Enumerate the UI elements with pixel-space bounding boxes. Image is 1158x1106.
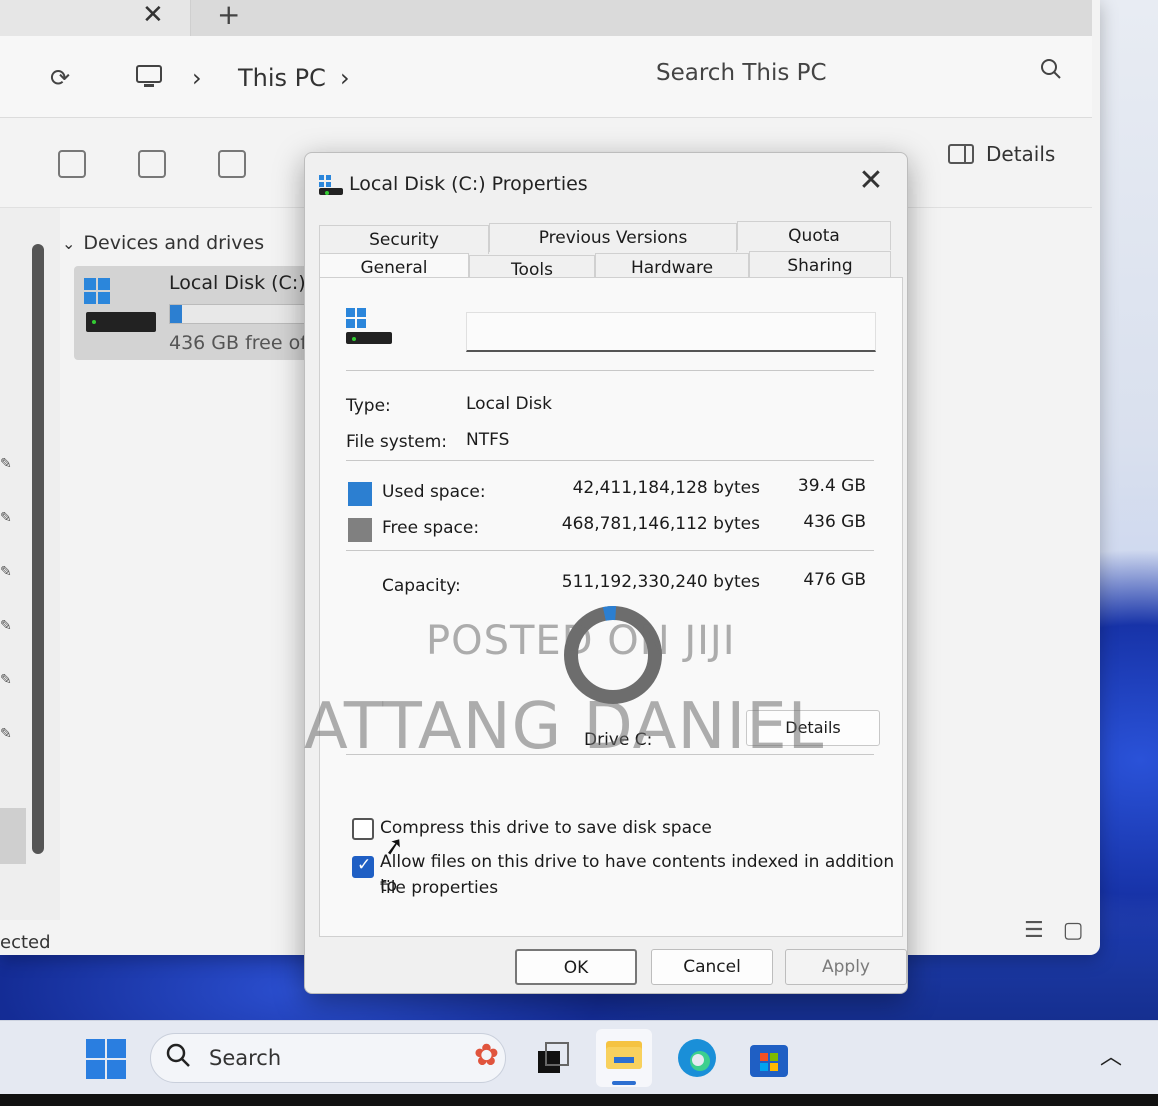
- pin-icon[interactable]: ✎: [0, 510, 12, 526]
- start-button-windows-icon[interactable]: [86, 1039, 126, 1079]
- free-space-label: Free space:: [382, 518, 480, 538]
- drive-free-text: 436 GB free of 4: [169, 332, 326, 354]
- pin-icon[interactable]: ✎: [0, 564, 12, 580]
- search-icon: [165, 1042, 191, 1074]
- refresh-icon[interactable]: ⟳: [50, 64, 70, 92]
- taskbar-search-input[interactable]: Search ✿: [150, 1033, 506, 1083]
- hard-drive-icon: [86, 312, 156, 332]
- breadcrumb-separator: ›: [192, 64, 202, 92]
- file-explorer-taskbar-button[interactable]: [596, 1029, 652, 1087]
- file-system-label: File system:: [346, 432, 448, 452]
- breadcrumb-this-pc[interactable]: This PC: [238, 64, 326, 92]
- drive-tile-c[interactable]: Local Disk (C:) 436 GB free of 4: [74, 266, 326, 360]
- tab-sharing[interactable]: Sharing: [749, 251, 891, 280]
- search-highlight-icon[interactable]: ✿: [474, 1038, 499, 1073]
- apply-button[interactable]: Apply: [785, 949, 907, 985]
- pin-icon[interactable]: ✎: [0, 672, 12, 688]
- nav-scrollbar[interactable]: [32, 244, 44, 854]
- watermark-line2: ATTANG DANIEL: [304, 690, 825, 764]
- status-bar-text: ected: [0, 932, 51, 953]
- free-space-bytes: 468,781,146,112 bytes: [561, 514, 760, 534]
- ok-button[interactable]: OK: [515, 949, 637, 985]
- dialog-titlebar: Local Disk (C:) Properties ✕: [305, 153, 907, 217]
- compress-checkbox[interactable]: [352, 818, 374, 840]
- tiles-view-icon[interactable]: ▢: [1063, 918, 1084, 943]
- microsoft-store-icon[interactable]: [746, 1035, 792, 1081]
- index-checkbox[interactable]: [352, 855, 374, 878]
- free-space-size: 436 GB: [803, 512, 866, 532]
- drive-usage-fill: [170, 305, 183, 323]
- free-space-swatch: [348, 518, 372, 542]
- edge-browser-icon[interactable]: [674, 1035, 720, 1081]
- monitor-icon[interactable]: [134, 62, 164, 98]
- rename-icon[interactable]: [218, 150, 246, 178]
- copy-icon[interactable]: [58, 150, 86, 178]
- divider: [346, 550, 874, 551]
- details-pane-icon: [948, 144, 974, 164]
- taskbar-search-placeholder: Search: [209, 1046, 282, 1070]
- capacity-bytes: 511,192,330,240 bytes: [561, 572, 760, 592]
- properties-dialog: Local Disk (C:) Properties ✕ Security Pr…: [304, 152, 908, 994]
- tab-quota[interactable]: Quota: [737, 221, 891, 250]
- drive-icon: [346, 308, 396, 352]
- active-indicator: [612, 1081, 636, 1085]
- chevron-down-icon: ⌄: [62, 234, 76, 253]
- general-tab-panel: Type: Local Disk File system: NTFS Used …: [319, 277, 903, 937]
- type-value: Local Disk: [466, 394, 552, 414]
- paste-icon[interactable]: [138, 150, 166, 178]
- view-toggle: ☰ ▢: [1024, 918, 1084, 943]
- search-icon[interactable]: [1040, 58, 1062, 86]
- pin-icon[interactable]: ✎: [0, 726, 12, 742]
- section-title-text: Devices and drives: [83, 232, 265, 254]
- divider: [346, 460, 874, 461]
- new-tab-area: +: [190, 0, 1092, 36]
- used-space-size: 39.4 GB: [797, 476, 866, 496]
- dialog-close-button[interactable]: ✕: [851, 161, 891, 201]
- divider: [346, 370, 874, 371]
- file-system-value: NTFS: [466, 430, 510, 450]
- tab-security[interactable]: Security: [319, 225, 489, 254]
- used-space-bytes: 42,411,184,128 bytes: [572, 478, 760, 498]
- drive-name: Local Disk (C:): [169, 272, 306, 294]
- capacity-size: 476 GB: [803, 570, 866, 590]
- breadcrumb-chevron[interactable]: ›: [340, 64, 350, 92]
- monitor-bezel: [0, 1094, 1158, 1106]
- nav-selected-item[interactable]: [0, 808, 26, 864]
- cancel-button[interactable]: Cancel: [651, 949, 773, 985]
- compress-label: Compress this drive to save disk space: [380, 818, 712, 838]
- index-label-line2: file properties: [380, 878, 499, 898]
- tab-previous-versions[interactable]: Previous Versions: [489, 223, 737, 252]
- chevron-up-icon[interactable]: ︿: [1100, 1039, 1122, 1071]
- drive-icon: [319, 175, 343, 195]
- address-bar: ⟳ › This PC › Search This PC: [0, 36, 1092, 118]
- drive-usage-bar: [169, 304, 319, 324]
- capacity-label: Capacity:: [382, 576, 461, 596]
- details-pane-button[interactable]: Details: [948, 142, 1055, 166]
- windows-logo-icon: [84, 278, 110, 304]
- task-view-icon[interactable]: [530, 1035, 576, 1081]
- devices-section-header[interactable]: ⌄ Devices and drives: [62, 232, 264, 254]
- taskbar: Search ✿ ︿: [0, 1020, 1158, 1094]
- details-label: Details: [986, 142, 1056, 166]
- list-view-icon[interactable]: ☰: [1024, 918, 1044, 943]
- plus-icon[interactable]: +: [217, 0, 240, 31]
- close-icon[interactable]: ✕: [142, 0, 164, 30]
- tab-strip: ✕ +: [0, 0, 1092, 36]
- type-label: Type:: [346, 396, 391, 416]
- watermark-line1: POSTED ON JIJI: [426, 618, 736, 664]
- pin-icon[interactable]: ✎: [0, 456, 12, 472]
- search-input[interactable]: Search This PC: [640, 50, 1092, 106]
- used-space-swatch: [348, 482, 372, 506]
- used-space-label: Used space:: [382, 482, 486, 502]
- pin-icon[interactable]: ✎: [0, 618, 12, 634]
- dialog-title: Local Disk (C:) Properties: [349, 173, 588, 195]
- drive-name-input[interactable]: [466, 312, 876, 352]
- search-placeholder: Search This PC: [656, 60, 827, 86]
